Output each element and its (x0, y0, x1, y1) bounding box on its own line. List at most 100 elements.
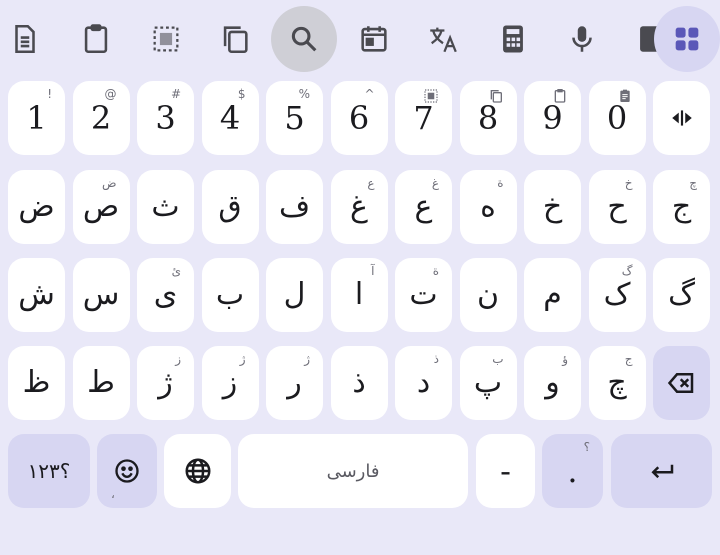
key-row1-8[interactable]: خ (524, 170, 581, 244)
enter-key[interactable] (611, 434, 712, 508)
clipboard-text-icon[interactable] (0, 6, 58, 72)
microphone-icon[interactable] (549, 6, 615, 72)
cursor-move-key[interactable] (653, 81, 710, 155)
calculator-icon[interactable] (480, 6, 546, 72)
key-label: ح (607, 189, 627, 224)
calendar-icon[interactable] (341, 6, 407, 72)
key-row1-2[interactable]: ث (137, 170, 194, 244)
key-hint: ، (111, 487, 115, 501)
key-label: ل (283, 277, 306, 312)
key-hint: ؟ (583, 440, 590, 454)
key-row3-3[interactable]: زژ (201, 346, 259, 420)
key-label: ث (151, 189, 180, 224)
emoji-key[interactable]: ، (97, 434, 157, 508)
key-hint: $ (237, 87, 246, 101)
key-hint: ز (175, 352, 181, 366)
key-row3-9[interactable]: چج (588, 346, 646, 420)
key-3[interactable]: 3 # (137, 81, 194, 155)
key-label: 8 (477, 99, 499, 137)
key-7[interactable]: 7 (395, 81, 452, 155)
backspace-icon (667, 368, 697, 398)
key-label: ج (671, 189, 692, 224)
key-6[interactable]: 6 ^ (330, 81, 388, 155)
key-row2-1[interactable]: س (72, 258, 130, 332)
key-hint: ژ (304, 352, 310, 366)
cursor-move-icon (669, 105, 695, 131)
select-all-icon[interactable] (133, 6, 199, 72)
key-row3-6[interactable]: دذ (395, 346, 452, 420)
space-bar[interactable]: فارسی (238, 434, 468, 508)
key-label: ر (287, 365, 302, 400)
key-label: م (543, 277, 562, 312)
key-hint: ! (47, 87, 52, 101)
key-row1-3[interactable]: ق (201, 170, 259, 244)
key-row1-4[interactable]: ف (266, 170, 323, 244)
key-row2-8[interactable]: م (524, 258, 581, 332)
key-hint: ذ (433, 352, 439, 366)
emoji-icon (113, 457, 141, 485)
key-row1-0[interactable]: ض (8, 170, 65, 244)
key-row2-5[interactable]: اآ (330, 258, 388, 332)
period-key[interactable]: . ؟ (542, 434, 603, 508)
apps-grid-icon[interactable] (654, 6, 720, 72)
key-0[interactable]: 0 (588, 81, 646, 155)
key-label: ض (18, 189, 55, 224)
key-row3-0[interactable]: ظ (8, 346, 65, 420)
key-hint: غ (431, 176, 439, 190)
key-label: 5 (284, 99, 305, 137)
key-row1-5[interactable]: غع (330, 170, 388, 244)
key-row2-10[interactable]: گ (653, 258, 710, 332)
key-row3-1[interactable]: ط (72, 346, 130, 420)
key-row3-4[interactable]: رژ (266, 346, 323, 420)
key-row1-10[interactable]: جچ (653, 170, 710, 244)
key-row3-7[interactable]: پب (459, 346, 517, 420)
key-2[interactable]: 2 @ (72, 81, 130, 155)
key-row2-0[interactable]: ش (8, 258, 65, 332)
key-label: غ (350, 189, 368, 224)
symbols-key[interactable]: ۱۲۳؟ (8, 434, 90, 508)
translate-icon[interactable] (410, 6, 476, 72)
key-label: 0 (606, 99, 628, 137)
key-row1-6[interactable]: عغ (395, 170, 452, 244)
key-label: 2 (90, 99, 112, 137)
key-row1-1[interactable]: صض (72, 170, 130, 244)
key-label: ذ (352, 365, 366, 400)
key-row3-8[interactable]: وؤ (524, 346, 581, 420)
key-hint: ض (101, 176, 117, 190)
backspace-key[interactable] (653, 346, 710, 420)
key-row2-7[interactable]: ن (459, 258, 517, 332)
key-8[interactable]: 8 (459, 81, 517, 155)
key-1[interactable]: 1! (8, 81, 65, 155)
key-label: ط (87, 365, 115, 400)
key-hint: ^ (364, 87, 375, 101)
key-label: ک (603, 277, 631, 312)
key-row2-3[interactable]: ب (201, 258, 259, 332)
key-label: ه (480, 189, 496, 224)
clipboard-icon[interactable] (63, 6, 129, 72)
key-row2-2[interactable]: یئ (137, 258, 194, 332)
key-label: ی (153, 277, 178, 312)
key-row2-9[interactable]: کگ (588, 258, 646, 332)
key-label: گ (668, 277, 695, 312)
key-row3-5[interactable]: ذ (330, 346, 388, 420)
key-label: د (416, 365, 431, 400)
key-row1-9[interactable]: حخ (588, 170, 646, 244)
copy-icon[interactable] (202, 6, 268, 72)
key-row1-7[interactable]: هة (459, 170, 517, 244)
key-9[interactable]: 9 (524, 81, 581, 155)
enter-icon (647, 456, 677, 486)
key-5[interactable]: 5% (266, 81, 323, 155)
key-label: 4 (219, 99, 241, 137)
key-hint: چ (689, 176, 697, 190)
key-row2-6[interactable]: تة (395, 258, 452, 332)
search-icon[interactable] (271, 6, 337, 72)
key-row3-2[interactable]: ژز (137, 346, 194, 420)
dash-key[interactable]: - (476, 434, 535, 508)
key-hint: ژ (239, 352, 246, 366)
key-hint: ج (624, 352, 633, 366)
key-row2-4[interactable]: ل (266, 258, 323, 332)
key-label: ژ (158, 365, 173, 400)
key-label: ش (18, 277, 55, 312)
language-key[interactable] (164, 434, 231, 508)
key-4[interactable]: 4 $ (201, 81, 259, 155)
